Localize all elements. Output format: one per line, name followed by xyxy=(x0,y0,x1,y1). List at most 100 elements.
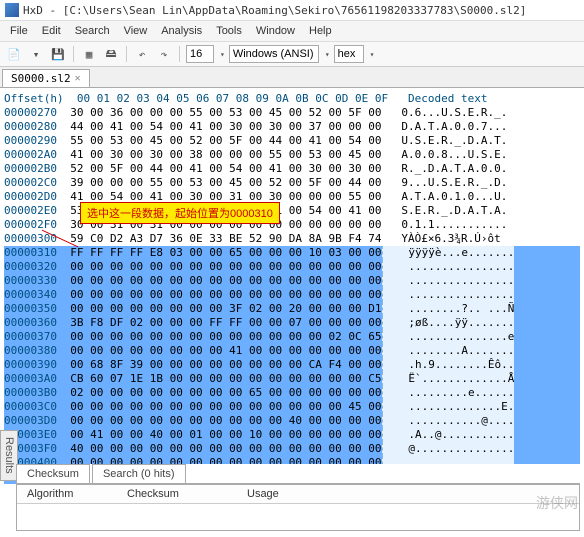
decoded-text[interactable]: A.0.0.8...U.S.E. xyxy=(382,148,508,161)
hex-bytes[interactable]: 40 00 00 00 00 00 00 00 00 00 00 00 00 0… xyxy=(57,442,382,455)
hex-row[interactable]: 00000380 00 00 00 00 00 00 00 00 41 00 0… xyxy=(4,344,580,358)
decoded-text[interactable]: ..............E. xyxy=(382,400,515,414)
columns-dropdown-icon[interactable] xyxy=(218,50,225,59)
decoded-text[interactable]: ...............e xyxy=(382,330,515,344)
columns-input[interactable] xyxy=(186,45,214,63)
hex-row[interactable]: 00000300 59 C0 D2 A3 D7 36 0E 33 BE 52 9… xyxy=(4,232,580,246)
menu-view[interactable]: View xyxy=(118,23,154,39)
hex-bytes[interactable]: 00 41 00 00 40 00 01 00 00 10 00 00 00 0… xyxy=(57,428,382,441)
open-arrow-icon[interactable]: ▾ xyxy=(27,45,45,63)
memory-icon[interactable]: ▦ xyxy=(80,45,98,63)
hex-bytes[interactable]: 00 00 00 00 00 00 00 00 00 00 00 00 00 0… xyxy=(57,288,382,301)
hex-row[interactable]: 00000360 3B F8 DF 02 00 00 00 FF FF 00 0… xyxy=(4,316,580,330)
hex-row[interactable]: 00000330 00 00 00 00 00 00 00 00 00 00 0… xyxy=(4,274,580,288)
hex-row[interactable]: 000002A0 41 00 30 00 30 00 38 00 00 00 5… xyxy=(4,148,580,162)
hex-bytes[interactable]: 00 00 00 00 00 00 00 00 3F 02 00 20 00 0… xyxy=(57,302,382,315)
hex-row[interactable]: 00000280 44 00 41 00 54 00 41 00 30 00 3… xyxy=(4,120,580,134)
file-tab-label: S0000.sl2 xyxy=(11,72,71,85)
hex-row[interactable]: 00000390 00 68 8F 39 00 00 00 00 00 00 0… xyxy=(4,358,580,372)
col-algorithm[interactable]: Algorithm xyxy=(17,485,117,503)
decoded-text[interactable]: ................ xyxy=(382,260,515,274)
hex-row[interactable]: 000002C0 39 00 00 00 55 00 53 00 45 00 5… xyxy=(4,176,580,190)
hex-row[interactable]: 00000340 00 00 00 00 00 00 00 00 00 00 0… xyxy=(4,288,580,302)
decoded-text[interactable]: 0.1.1........... xyxy=(382,218,508,231)
decoded-text[interactable]: ...........@.... xyxy=(382,414,515,428)
decoded-text[interactable]: S.E.R._.D.A.T.A. xyxy=(382,204,508,217)
menu-analysis[interactable]: Analysis xyxy=(155,23,208,39)
col-usage[interactable]: Usage xyxy=(237,485,357,503)
hex-bytes[interactable]: 30 00 36 00 00 00 55 00 53 00 45 00 52 0… xyxy=(57,106,382,119)
close-icon[interactable]: ✕ xyxy=(75,73,81,84)
hex-row[interactable]: 00000350 00 00 00 00 00 00 00 00 3F 02 0… xyxy=(4,302,580,316)
hex-bytes[interactable]: 41 00 30 00 30 00 38 00 00 00 55 00 53 0… xyxy=(57,148,382,161)
decoded-text[interactable]: ;øß....ÿÿ....... xyxy=(382,316,515,330)
offset-cell: 000003C0 xyxy=(4,400,57,413)
hex-row[interactable]: 000003C0 00 00 00 00 00 00 00 00 00 00 0… xyxy=(4,400,580,414)
decoded-text[interactable]: @............... xyxy=(382,442,515,456)
decoded-text[interactable]: ................ xyxy=(382,274,515,288)
hex-bytes[interactable]: 00 68 8F 39 00 00 00 00 00 00 00 00 CA F… xyxy=(57,358,382,371)
col-checksum[interactable]: Checksum xyxy=(117,485,237,503)
hex-row[interactable]: 00000370 00 00 00 00 00 00 00 00 00 00 0… xyxy=(4,330,580,344)
menu-help[interactable]: Help xyxy=(303,23,338,39)
decoded-text[interactable]: ÿÿÿÿè...e....... xyxy=(382,246,515,260)
encoding-dropdown-icon[interactable] xyxy=(323,50,330,59)
save-icon[interactable]: 💾 xyxy=(49,45,67,63)
hex-bytes[interactable]: 02 00 00 00 00 00 00 00 00 65 00 00 00 0… xyxy=(57,386,382,399)
hex-row[interactable]: 000003F0 40 00 00 00 00 00 00 00 00 00 0… xyxy=(4,442,580,456)
hex-bytes[interactable]: 3B F8 DF 02 00 00 00 FF FF 00 00 07 00 0… xyxy=(57,316,382,329)
decoded-text[interactable]: 9...U.S.E.R._.D. xyxy=(382,176,508,189)
decoded-text[interactable]: ................ xyxy=(382,288,515,302)
decoded-text[interactable]: U.S.E.R._.D.A.T. xyxy=(382,134,508,147)
hex-row[interactable]: 00000270 30 00 36 00 00 00 55 00 53 00 4… xyxy=(4,106,580,120)
redo-icon[interactable]: ↷ xyxy=(155,45,173,63)
encoding-select[interactable] xyxy=(229,45,319,63)
hex-bytes[interactable]: CB 60 07 1E 1B 00 00 00 00 00 00 00 00 0… xyxy=(57,372,382,385)
hex-bytes[interactable]: 44 00 41 00 54 00 41 00 30 00 30 00 37 0… xyxy=(57,120,382,133)
hex-row[interactable]: 00000310 FF FF FF FF E8 03 00 00 65 00 0… xyxy=(4,246,580,260)
menu-tools[interactable]: Tools xyxy=(210,23,248,39)
hex-bytes[interactable]: 00 00 00 00 00 00 00 00 00 00 00 40 00 0… xyxy=(57,414,382,427)
menu-edit[interactable]: Edit xyxy=(36,23,67,39)
hex-bytes[interactable]: 00 00 00 00 00 00 00 00 41 00 00 00 00 0… xyxy=(57,344,382,357)
disk-icon[interactable]: 🖴 xyxy=(102,45,120,63)
mode-select[interactable] xyxy=(334,45,364,63)
menu-search[interactable]: Search xyxy=(69,23,116,39)
decoded-text[interactable]: .h.9........Êô.. xyxy=(382,358,515,372)
decoded-text[interactable]: .........e...... xyxy=(382,386,515,400)
decoded-text[interactable]: Ë`.............Å xyxy=(382,372,515,386)
hex-bytes[interactable]: 00 00 00 00 00 00 00 00 00 00 00 00 00 0… xyxy=(57,400,382,413)
decoded-text[interactable]: D.A.T.A.0.0.7... xyxy=(382,120,508,133)
hex-bytes[interactable]: 00 00 00 00 00 00 00 00 00 00 00 00 00 0… xyxy=(57,330,382,343)
undo-icon[interactable]: ↶ xyxy=(133,45,151,63)
hex-row[interactable]: 000003E0 00 41 00 00 40 00 01 00 00 10 0… xyxy=(4,428,580,442)
hex-row[interactable]: 00000290 55 00 53 00 45 00 52 00 5F 00 4… xyxy=(4,134,580,148)
decoded-text[interactable]: ........?.. ...Ñ xyxy=(382,302,515,316)
decoded-text[interactable]: A.T.A.0.1.0...U. xyxy=(382,190,508,203)
new-file-icon[interactable]: 📄 xyxy=(5,45,23,63)
hex-row[interactable]: 00000320 00 00 00 00 00 00 00 00 00 00 0… xyxy=(4,260,580,274)
hex-bytes[interactable]: 00 00 00 00 00 00 00 00 00 00 00 00 00 0… xyxy=(57,260,382,273)
decoded-text[interactable]: .A..@........... xyxy=(382,428,515,442)
hex-bytes[interactable]: 59 C0 D2 A3 D7 36 0E 33 BE 52 90 DA 8A 9… xyxy=(57,232,382,245)
hex-row[interactable]: 000003A0 CB 60 07 1E 1B 00 00 00 00 00 0… xyxy=(4,372,580,386)
hex-row[interactable]: 000003D0 00 00 00 00 00 00 00 00 00 00 0… xyxy=(4,414,580,428)
decoded-text[interactable]: 0.6...U.S.E.R._. xyxy=(382,106,508,119)
menu-window[interactable]: Window xyxy=(250,23,301,39)
hex-row[interactable]: 000003B0 02 00 00 00 00 00 00 00 00 65 0… xyxy=(4,386,580,400)
hex-bytes[interactable]: 55 00 53 00 45 00 52 00 5F 00 44 00 41 0… xyxy=(57,134,382,147)
hex-bytes[interactable]: FF FF FF FF E8 03 00 00 65 00 00 00 10 0… xyxy=(57,246,382,259)
hex-editor[interactable]: 选中这一段数据，起始位置为0000310 Offset(h) 00 01 02 … xyxy=(0,88,584,488)
tab-checksum[interactable]: Checksum xyxy=(16,464,90,483)
decoded-text[interactable]: YÀÒ£×6.3¾R.Ú›ôt xyxy=(382,232,501,245)
mode-dropdown-icon[interactable] xyxy=(368,50,375,59)
decoded-text[interactable]: R._.D.A.T.A.0.0. xyxy=(382,162,508,175)
menu-file[interactable]: File xyxy=(4,23,34,39)
file-tab[interactable]: S0000.sl2 ✕ xyxy=(2,69,90,87)
tab-search[interactable]: Search (0 hits) xyxy=(92,464,186,483)
decoded-text[interactable]: ........A....... xyxy=(382,344,515,358)
hex-bytes[interactable]: 00 00 00 00 00 00 00 00 00 00 00 00 00 0… xyxy=(57,274,382,287)
hex-row[interactable]: 000002B0 52 00 5F 00 44 00 41 00 54 00 4… xyxy=(4,162,580,176)
hex-bytes[interactable]: 39 00 00 00 55 00 53 00 45 00 52 00 5F 0… xyxy=(57,176,382,189)
hex-bytes[interactable]: 52 00 5F 00 44 00 41 00 54 00 41 00 30 0… xyxy=(57,162,382,175)
